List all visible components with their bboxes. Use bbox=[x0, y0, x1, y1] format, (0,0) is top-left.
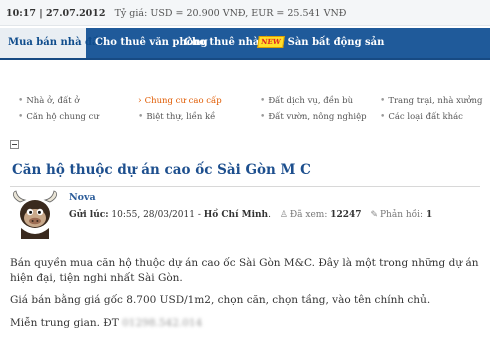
nav-tab-mua-ban-nha-dat[interactable]: Mua bán nhà đất bbox=[0, 28, 103, 58]
new-badge-icon: NEW bbox=[257, 36, 285, 48]
replies-count: 1 bbox=[425, 210, 433, 220]
submenu-label: Trang trại, nhà xưởng bbox=[388, 96, 483, 106]
phone-number: 01298.542.014 bbox=[122, 317, 203, 329]
submenu-label: Đất dịch vụ, đền bù bbox=[268, 96, 354, 106]
exchange-rate-label: Tỷ giá: bbox=[114, 8, 148, 19]
exchange-rate-value: USD = 20.900 VNĐ, EUR = 25.541 VNĐ bbox=[150, 8, 347, 19]
post-meta: Gửi lúc: 10:55, 28/03/2011 - Hồ Chí Minh… bbox=[69, 210, 433, 220]
submenu-item-trang-trai-nha-xuong[interactable]: • Trang trại, nhà xưởng bbox=[380, 96, 482, 106]
comment-icon: ✎ bbox=[370, 210, 378, 220]
post-paragraph-2: Giá bán bằng giá gốc 8.700 USD/1m2, chọn… bbox=[10, 294, 431, 306]
submenu-label: Chung cư cao cấp bbox=[144, 96, 222, 106]
submenu-item-chung-cu-cao-cap[interactable]: › Chung cư cao cấp bbox=[138, 96, 222, 106]
submenu-item-dat-dich-vu-den-bu[interactable]: • Đất dịch vụ, đền bù bbox=[260, 96, 353, 106]
collapse-toggle-icon[interactable] bbox=[10, 140, 19, 149]
location: Hồ Chí Minh bbox=[203, 210, 269, 220]
avatar bbox=[10, 190, 60, 240]
date-rate-info: 10:17 | 27.07.2012 Tỷ giá: USD = 20.900 … bbox=[6, 8, 346, 19]
person-icon: ♙ bbox=[279, 210, 288, 220]
title-divider bbox=[10, 186, 480, 187]
post-title: Căn hộ thuộc dự án cao ốc Sài Gòn M C bbox=[12, 162, 311, 178]
sent-label: Gửi lúc: bbox=[69, 210, 109, 220]
top-info-bar: 10:17 | 27.07.2012 Tỷ giá: USD = 20.900 … bbox=[0, 0, 490, 26]
bullet-icon: • bbox=[138, 112, 144, 122]
contact-text: Miễn trung gian. ĐT bbox=[10, 317, 119, 329]
submenu-item-can-ho-chung-cu[interactable]: • Căn hộ chung cư bbox=[18, 112, 99, 122]
submenu-label: Đất vườn, nông nghiệp bbox=[268, 112, 367, 122]
bullet-icon: • bbox=[260, 112, 266, 122]
nav-tab-label: Mua bán nhà đất bbox=[8, 37, 104, 48]
submenu-item-dat-vuon-nong-nghiep[interactable]: • Đất vườn, nông nghiệp bbox=[260, 112, 367, 122]
post-paragraph-1: Bán quyền mua căn hộ thuộc dự án cao ốc … bbox=[10, 257, 479, 284]
bull-mascot-icon bbox=[12, 190, 58, 239]
bullet-icon: • bbox=[380, 112, 386, 122]
submenu-item-biet-thu-lien-ke[interactable]: • Biệt thự, liền kề bbox=[138, 112, 215, 122]
sent-time: 10:55, 28/03/2011 bbox=[111, 210, 195, 220]
replies-label: Phản hồi: bbox=[379, 210, 424, 220]
bullet-icon: • bbox=[260, 96, 266, 106]
post-paragraph-3: Miễn trung gian. ĐT 01298.542.014 bbox=[10, 316, 202, 331]
nav-tab-cho-thue-nha-o[interactable]: Cho thuê nhà ở bbox=[184, 28, 270, 58]
chevron-right-icon: › bbox=[138, 96, 142, 106]
submenu-item-nha-o-dat-o[interactable]: • Nhà ở, đất ở bbox=[18, 96, 79, 106]
submenu-label: Các loại đất khác bbox=[388, 112, 463, 122]
submenu-label: Căn hộ chung cư bbox=[26, 112, 99, 122]
nav-tab-label: Sàn bất động sản bbox=[287, 37, 385, 48]
bullet-icon: • bbox=[18, 112, 24, 122]
submenu-label: Biệt thự, liền kề bbox=[146, 112, 216, 122]
author-name[interactable]: Nova bbox=[69, 192, 96, 203]
bullet-icon: • bbox=[380, 96, 386, 106]
nav-tab-san-bat-dong-san[interactable]: NEW Sàn bất động sản bbox=[257, 28, 385, 58]
submenu-label: Nhà ở, đất ở bbox=[26, 96, 80, 106]
date-time: 10:17 | 27.07.2012 bbox=[6, 8, 106, 19]
bullet-icon: • bbox=[18, 96, 24, 106]
submenu-item-cac-loai-dat-khac[interactable]: • Các loại đất khác bbox=[380, 112, 463, 122]
views-count: 12247 bbox=[330, 210, 362, 220]
views-label: Đã xem: bbox=[289, 210, 328, 220]
main-nav: Mua bán nhà đất Cho thuê văn phòng Cho t… bbox=[0, 28, 490, 60]
category-submenu: • Nhà ở, đất ở • Căn hộ chung cư › Chung cư… bbox=[8, 88, 482, 126]
